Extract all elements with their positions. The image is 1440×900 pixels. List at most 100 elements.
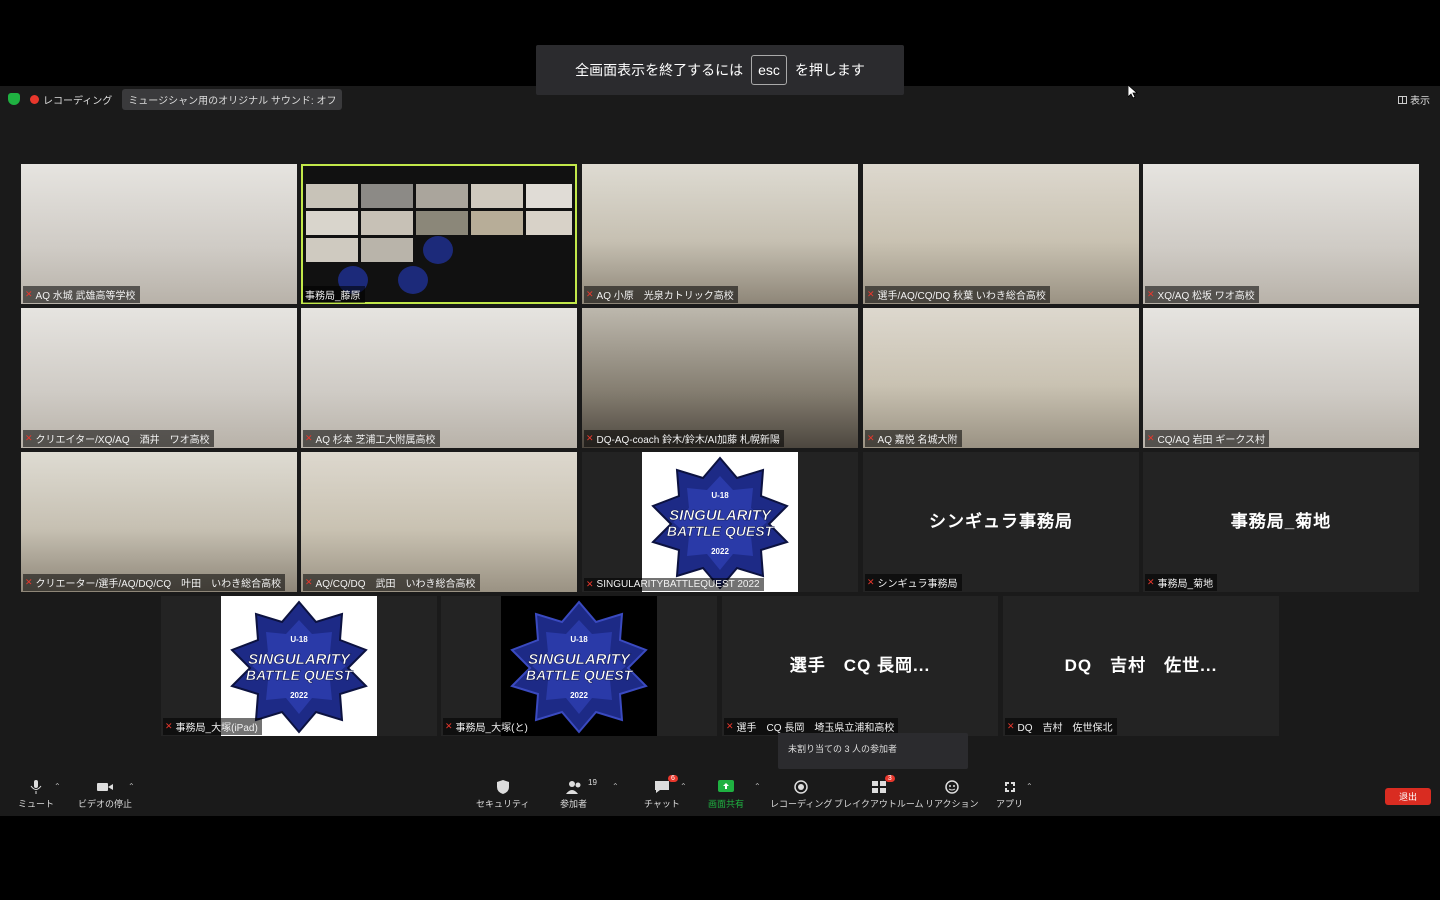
video-tile[interactable]: ✕ 選手/AQ/CQ/DQ 秋葉 いわき総合高校	[863, 164, 1139, 304]
stop-video-button[interactable]: ビデオの停止	[78, 780, 132, 810]
banner-suffix: を押します	[794, 62, 865, 78]
share-screen-icon	[718, 780, 734, 792]
svg-text:BATTLE QUEST: BATTLE QUEST	[526, 667, 634, 683]
apps-icon	[1004, 782, 1015, 792]
recording-indicator[interactable]: レコーディング	[30, 92, 112, 107]
security-button[interactable]: セキュリティ	[476, 780, 529, 810]
reactions-button[interactable]: リアクション	[925, 780, 979, 810]
leave-button[interactable]: 退出	[1385, 788, 1431, 805]
participant-name: ✕ SINGULARITYBATTLEQUEST 2022	[584, 578, 764, 591]
mic-muted-icon: ✕	[165, 721, 173, 731]
svg-text:SINGULARITY: SINGULARITY	[528, 651, 632, 668]
participant-name: ✕ DQ 吉村 佐世保北	[1005, 718, 1117, 735]
original-sound-toggle[interactable]: ミュージシャン用のオリジナル サウンド: オフ	[122, 88, 343, 110]
chat-button[interactable]: 6 チャット	[644, 775, 680, 810]
video-tile[interactable]: ✕ クリエイター/XQ/AQ 酒井 ワオ高校	[21, 308, 297, 448]
video-tile[interactable]: U-18 SINGULARITY BATTLE QUEST 2022 ✕ SING…	[582, 452, 858, 592]
mute-button[interactable]: ミュート	[18, 780, 54, 810]
view-button[interactable]: 表示	[1398, 92, 1430, 107]
view-label: 表示	[1410, 96, 1430, 107]
fullscreen-exit-banner: 全画面表示を終了するには esc を押します	[536, 45, 904, 95]
breakout-badge: 3	[884, 775, 895, 782]
video-tile[interactable]: ✕ AQ 水城 武雄高等学校	[21, 164, 297, 304]
video-tile[interactable]: ✕ CQ/AQ 岩田 ギークス村	[1143, 308, 1419, 448]
chevron-up-icon[interactable]: ⌃	[754, 782, 761, 791]
participants-count: 19	[588, 778, 597, 787]
mic-muted-icon: ✕	[25, 433, 33, 443]
mic-muted-icon: ✕	[1147, 577, 1155, 587]
unassigned-participants-tooltip[interactable]: 未割り当ての 3 人の参加者	[778, 733, 968, 769]
participant-name: ✕ 選手/AQ/CQ/DQ 秋葉 いわき総合高校	[865, 286, 1050, 303]
mic-muted-icon: ✕	[867, 577, 875, 587]
singularity-logo: U-18 SINGULARITY BATTLE QUEST 2022	[642, 452, 798, 592]
logo-emblem: U-18 SINGULARITY BATTLE QUEST 2022	[651, 456, 789, 590]
participant-name: ✕ AQ/CQ/DQ 武田 いわき総合高校	[303, 574, 480, 591]
video-tile[interactable]: 選手 CQ 長岡... ✕ 選手 CQ 長岡 埼玉県立浦和高校	[722, 596, 998, 736]
mic-muted-icon: ✕	[586, 289, 594, 299]
video-tile[interactable]: ✕ AQ 嘉悦 名城大附	[863, 308, 1139, 448]
mic-muted-icon: ✕	[867, 433, 875, 443]
chevron-up-icon[interactable]: ⌃	[612, 782, 619, 791]
video-tile[interactable]: ✕ DQ-AQ-coach 鈴木/鈴木/AI加藤 札幌新陽	[582, 308, 858, 448]
mic-muted-icon: ✕	[586, 579, 594, 589]
video-tile[interactable]: ✕ AQ 小原 光泉カトリック高校	[582, 164, 858, 304]
video-tile[interactable]: シンギュラ事務局 ✕ シンギュラ事務局	[863, 452, 1139, 592]
video-tile[interactable]: U-18 SINGULARITY BATTLE QUEST 2022 ✕ 事務局_…	[441, 596, 717, 736]
video-tile[interactable]: ✕ クリエーター/選手/AQ/DQ/CQ 叶田 いわき総合高校	[21, 452, 297, 592]
banner-prefix: 全画面表示を終了するには	[575, 62, 744, 78]
mic-muted-icon: ✕	[867, 289, 875, 299]
screen-share-tile[interactable]: 事務局_藤原	[301, 164, 577, 304]
participant-display-name: シンギュラ事務局	[929, 512, 1073, 531]
participant-name: ✕ クリエイター/XQ/AQ 酒井 ワオ高校	[23, 430, 214, 447]
share-screen-button[interactable]: 画面共有	[708, 780, 744, 810]
participant-name: ✕ XQ/AQ 松坂 ワオ高校	[1145, 286, 1259, 303]
video-tile[interactable]: ✕ AQ 杉本 芝浦工大附属高校	[301, 308, 577, 448]
svg-text:SINGULARITY: SINGULARITY	[248, 651, 352, 668]
chevron-up-icon[interactable]: ⌃	[128, 782, 135, 791]
participant-name: ✕ シンギュラ事務局	[865, 574, 962, 591]
participant-name: ✕ 事務局_菊地	[1145, 574, 1218, 591]
record-dot-icon	[30, 94, 39, 104]
svg-text:2022: 2022	[290, 691, 308, 700]
video-tile[interactable]: U-18 SINGULARITY BATTLE QUEST 2022 ✕ 事務局_…	[161, 596, 437, 736]
microphone-icon	[30, 780, 42, 794]
mic-muted-icon: ✕	[1007, 721, 1015, 731]
logo-emblem: U-18 SINGULARITY BATTLE QUEST 2022	[510, 600, 648, 734]
shared-screen-thumbnail	[303, 166, 575, 302]
chat-icon: 6	[654, 775, 678, 794]
video-tile[interactable]: 事務局_菊地 ✕ 事務局_菊地	[1143, 452, 1419, 592]
smiley-icon	[945, 780, 959, 794]
grid-icon	[1398, 95, 1407, 104]
mic-muted-icon: ✕	[586, 433, 594, 443]
video-tile[interactable]: DQ 吉村 佐世... ✕ DQ 吉村 佐世保北	[1003, 596, 1279, 736]
video-tile[interactable]: ✕ XQ/AQ 松坂 ワオ高校	[1143, 164, 1419, 304]
record-button[interactable]: レコーディング	[770, 780, 832, 810]
esc-key: esc	[751, 55, 787, 85]
svg-text:U-18: U-18	[711, 491, 729, 500]
breakout-rooms-button[interactable]: 3 ブレイクアウトルーム	[834, 775, 924, 810]
mic-muted-icon: ✕	[305, 433, 313, 443]
singularity-logo: U-18 SINGULARITY BATTLE QUEST 2022	[501, 596, 657, 736]
participant-name: ✕ AQ 嘉悦 名城大附	[865, 430, 962, 447]
participant-display-name: DQ 吉村 佐世...	[1064, 656, 1218, 675]
chevron-up-icon[interactable]: ⌃	[1026, 782, 1033, 791]
chevron-up-icon[interactable]: ⌃	[54, 782, 61, 791]
mic-muted-icon: ✕	[1147, 289, 1155, 299]
apps-button[interactable]: アプリ	[996, 780, 1023, 810]
meeting-toolbar: ミュート ⌃ ビデオの停止 ⌃ セキュリティ 参加者 19 ⌃ 6 チャット ⌃…	[0, 775, 1440, 816]
svg-text:BATTLE QUEST: BATTLE QUEST	[246, 667, 354, 683]
shield-icon[interactable]	[8, 93, 20, 105]
participant-name: 事務局_藤原	[303, 286, 365, 303]
mouse-cursor-icon	[1128, 85, 1138, 99]
chat-badge: 6	[668, 775, 678, 782]
record-icon	[794, 780, 808, 794]
shield-icon	[496, 780, 509, 794]
participants-button[interactable]: 参加者 19	[560, 778, 597, 810]
participant-display-name: 事務局_菊地	[1230, 512, 1332, 531]
chevron-up-icon[interactable]: ⌃	[680, 782, 687, 791]
svg-text:U-18: U-18	[290, 635, 308, 644]
mic-muted-icon: ✕	[1147, 433, 1155, 443]
participant-name: ✕ DQ-AQ-coach 鈴木/鈴木/AI加藤 札幌新陽	[584, 430, 784, 447]
video-tile[interactable]: ✕ AQ/CQ/DQ 武田 いわき総合高校	[301, 452, 577, 592]
svg-text:SINGULARITY: SINGULARITY	[669, 507, 773, 524]
